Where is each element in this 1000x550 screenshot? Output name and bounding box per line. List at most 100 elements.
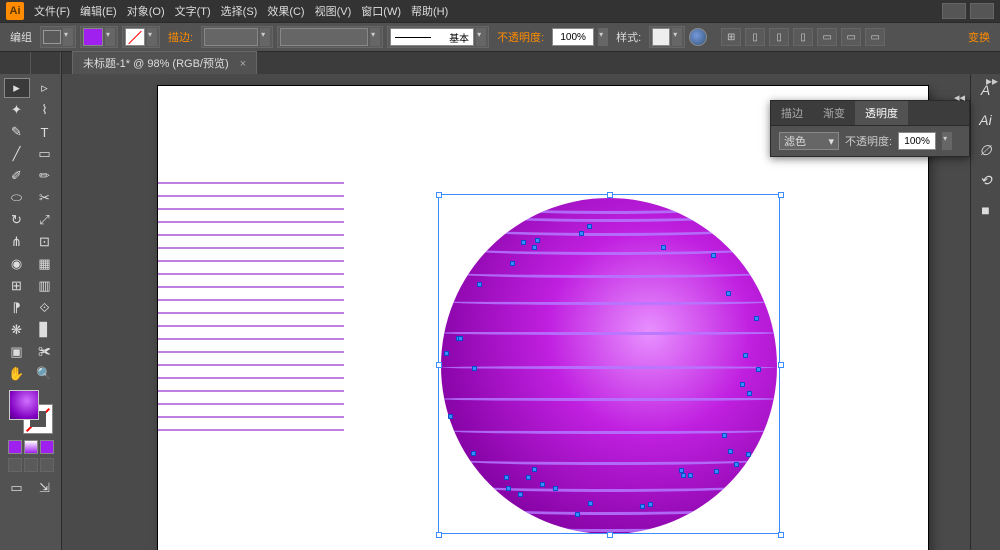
- draw-behind-icon[interactable]: [24, 458, 38, 472]
- align-right[interactable]: ▯: [793, 28, 813, 46]
- opacity-label: 不透明度:: [493, 29, 548, 45]
- graphic-style[interactable]: [649, 26, 685, 48]
- eyedropper-tool[interactable]: ⁋: [4, 298, 30, 318]
- swatch-panel-icon[interactable]: ■: [976, 200, 996, 220]
- pencil-tool[interactable]: ✏: [32, 166, 58, 186]
- panel-tab-gradient[interactable]: 渐变: [813, 101, 855, 125]
- stroke-swatch-group[interactable]: [122, 26, 160, 48]
- align-middle[interactable]: ▭: [841, 28, 861, 46]
- type-tool[interactable]: T: [32, 122, 58, 142]
- menu-object[interactable]: 对象(O): [127, 3, 165, 19]
- draw-normal-icon[interactable]: [8, 458, 22, 472]
- right-panel-strip: ▸▸ A Ai ∅ ⟲ ■: [970, 74, 1000, 550]
- blend-mode-select[interactable]: 滤色▾: [779, 132, 839, 150]
- transparency-panel[interactable]: ◂◂ 描边 渐变 透明度 滤色▾ 不透明度:: [770, 100, 970, 157]
- opacity-dropdown[interactable]: [598, 28, 608, 46]
- gradient-tool[interactable]: ▥: [32, 276, 58, 296]
- direct-select-tool[interactable]: ▹: [32, 78, 58, 98]
- rotate-tool[interactable]: ↻: [4, 210, 30, 230]
- opacity-input[interactable]: [552, 28, 594, 46]
- brush-def[interactable]: [277, 26, 383, 48]
- eraser-tool[interactable]: ✂: [32, 188, 58, 208]
- rect-tool[interactable]: ▭: [32, 144, 58, 164]
- tool-palette: ▸▹ ✦⌇ ✎T ╱▭ ✐✏ ⬭✂ ↻⤢ ⋔⊡ ◉▦ ⊞▥ ⁋⟐ ❋▊ ▣✀ ✋…: [0, 74, 62, 550]
- panel-body: 滤色▾ 不透明度:: [771, 126, 969, 156]
- recolor-icon[interactable]: [689, 28, 707, 46]
- menu-edit[interactable]: 编辑(E): [80, 3, 117, 19]
- menu-help[interactable]: 帮助(H): [411, 3, 448, 19]
- magic-wand-tool[interactable]: ✦: [4, 100, 30, 120]
- menu-view[interactable]: 视图(V): [315, 3, 352, 19]
- app-logo: Ai: [6, 2, 24, 20]
- width-tool[interactable]: ⋔: [4, 232, 30, 252]
- menu-window[interactable]: 窗口(W): [361, 3, 401, 19]
- document-tab-title: 未标题-1* @ 98% (RGB/预览): [83, 58, 229, 70]
- align-bottom[interactable]: ▭: [865, 28, 885, 46]
- document-tab[interactable]: 未标题-1* @ 98% (RGB/预览) ×: [72, 51, 257, 75]
- fill-stroke-proxy[interactable]: [9, 390, 53, 434]
- symbol-tool[interactable]: ❋: [4, 320, 30, 340]
- stroke-swatch[interactable]: [125, 28, 145, 46]
- panel-tab-row: 描边 渐变 透明度: [771, 101, 969, 126]
- close-tab-icon[interactable]: ×: [240, 58, 246, 70]
- panel-collapse-icon[interactable]: ◂◂: [954, 91, 965, 104]
- mesh-tool[interactable]: ⊞: [4, 276, 30, 296]
- workspace-button[interactable]: [942, 3, 966, 19]
- blob-tool[interactable]: ⬭: [4, 188, 30, 208]
- panel-tab-stroke[interactable]: 描边: [771, 101, 813, 125]
- align-top[interactable]: ▭: [817, 28, 837, 46]
- zoom-tool[interactable]: 🔍: [32, 364, 58, 384]
- stroke-label: 描边:: [164, 29, 197, 45]
- menu-bar: Ai 文件(F) 编辑(E) 对象(O) 文字(T) 选择(S) 效果(C) 视…: [0, 0, 1000, 22]
- graph-tool[interactable]: ▊: [32, 320, 58, 340]
- hand-tool[interactable]: ✋: [4, 364, 30, 384]
- panel-tab-transparency[interactable]: 透明度: [855, 101, 908, 125]
- free-transform-tool[interactable]: ⊡: [32, 232, 58, 252]
- expand-panels-icon[interactable]: ▸▸: [986, 74, 998, 88]
- menu-type[interactable]: 文字(T): [175, 3, 211, 19]
- shape-builder-tool[interactable]: ◉: [4, 254, 30, 274]
- change-screen-icon[interactable]: ⇲: [32, 478, 58, 498]
- blend-tool[interactable]: ⟐: [32, 298, 58, 318]
- align-btn-1[interactable]: ⊞: [721, 28, 741, 46]
- draw-inside-icon[interactable]: [40, 458, 54, 472]
- fill-swatch-group[interactable]: [80, 26, 118, 48]
- options-bar: 编组 描边: 基本 不透明度: 样式: ⊞ ▯ ▯ ▯ ▭ ▭ ▭ 变换: [0, 22, 1000, 52]
- menu-effect[interactable]: 效果(C): [267, 3, 304, 19]
- pen-tool[interactable]: ✎: [4, 122, 30, 142]
- selection-tool[interactable]: ▸: [4, 78, 30, 98]
- history-panel-icon[interactable]: ⟲: [976, 170, 996, 190]
- gradient-icon[interactable]: [24, 440, 38, 454]
- brush-tool[interactable]: ✐: [4, 166, 30, 186]
- line-tool[interactable]: ╱: [4, 144, 30, 164]
- perspective-tool[interactable]: ▦: [32, 254, 58, 274]
- screen-mode-tool[interactable]: ▭: [4, 478, 30, 498]
- fill-swatch[interactable]: [83, 28, 103, 46]
- transform-label[interactable]: 变换: [964, 29, 994, 45]
- menu-select[interactable]: 选择(S): [221, 3, 258, 19]
- ai-panel-icon[interactable]: Ai: [976, 110, 996, 130]
- none-icon[interactable]: [40, 440, 54, 454]
- solid-color-icon[interactable]: [8, 440, 22, 454]
- menu-file[interactable]: 文件(F): [34, 3, 70, 19]
- color-mode-row: [8, 440, 54, 454]
- align-left[interactable]: ▯: [745, 28, 765, 46]
- panel-opacity-label: 不透明度:: [845, 133, 892, 149]
- circle-panel-icon[interactable]: ∅: [976, 140, 996, 160]
- slice-tool[interactable]: ✀: [32, 342, 58, 362]
- anchor-toggle[interactable]: [40, 26, 76, 48]
- align-center[interactable]: ▯: [769, 28, 789, 46]
- panel-opacity-input[interactable]: [898, 132, 936, 150]
- scale-tool[interactable]: ⤢: [32, 210, 58, 230]
- selection-bbox[interactable]: [438, 194, 780, 534]
- artboard-tool[interactable]: ▣: [4, 342, 30, 362]
- panel-opacity-dd[interactable]: [942, 132, 952, 150]
- toolbar-header: [0, 52, 62, 74]
- document-tab-bar: 未标题-1* @ 98% (RGB/预览) ×: [0, 52, 1000, 74]
- stroke-weight[interactable]: [201, 26, 273, 48]
- arrange-button[interactable]: [970, 3, 994, 19]
- line-style[interactable]: 基本: [387, 26, 489, 48]
- screen-mode-row: [8, 458, 54, 472]
- lasso-tool[interactable]: ⌇: [32, 100, 58, 120]
- fill-proxy[interactable]: [9, 390, 39, 420]
